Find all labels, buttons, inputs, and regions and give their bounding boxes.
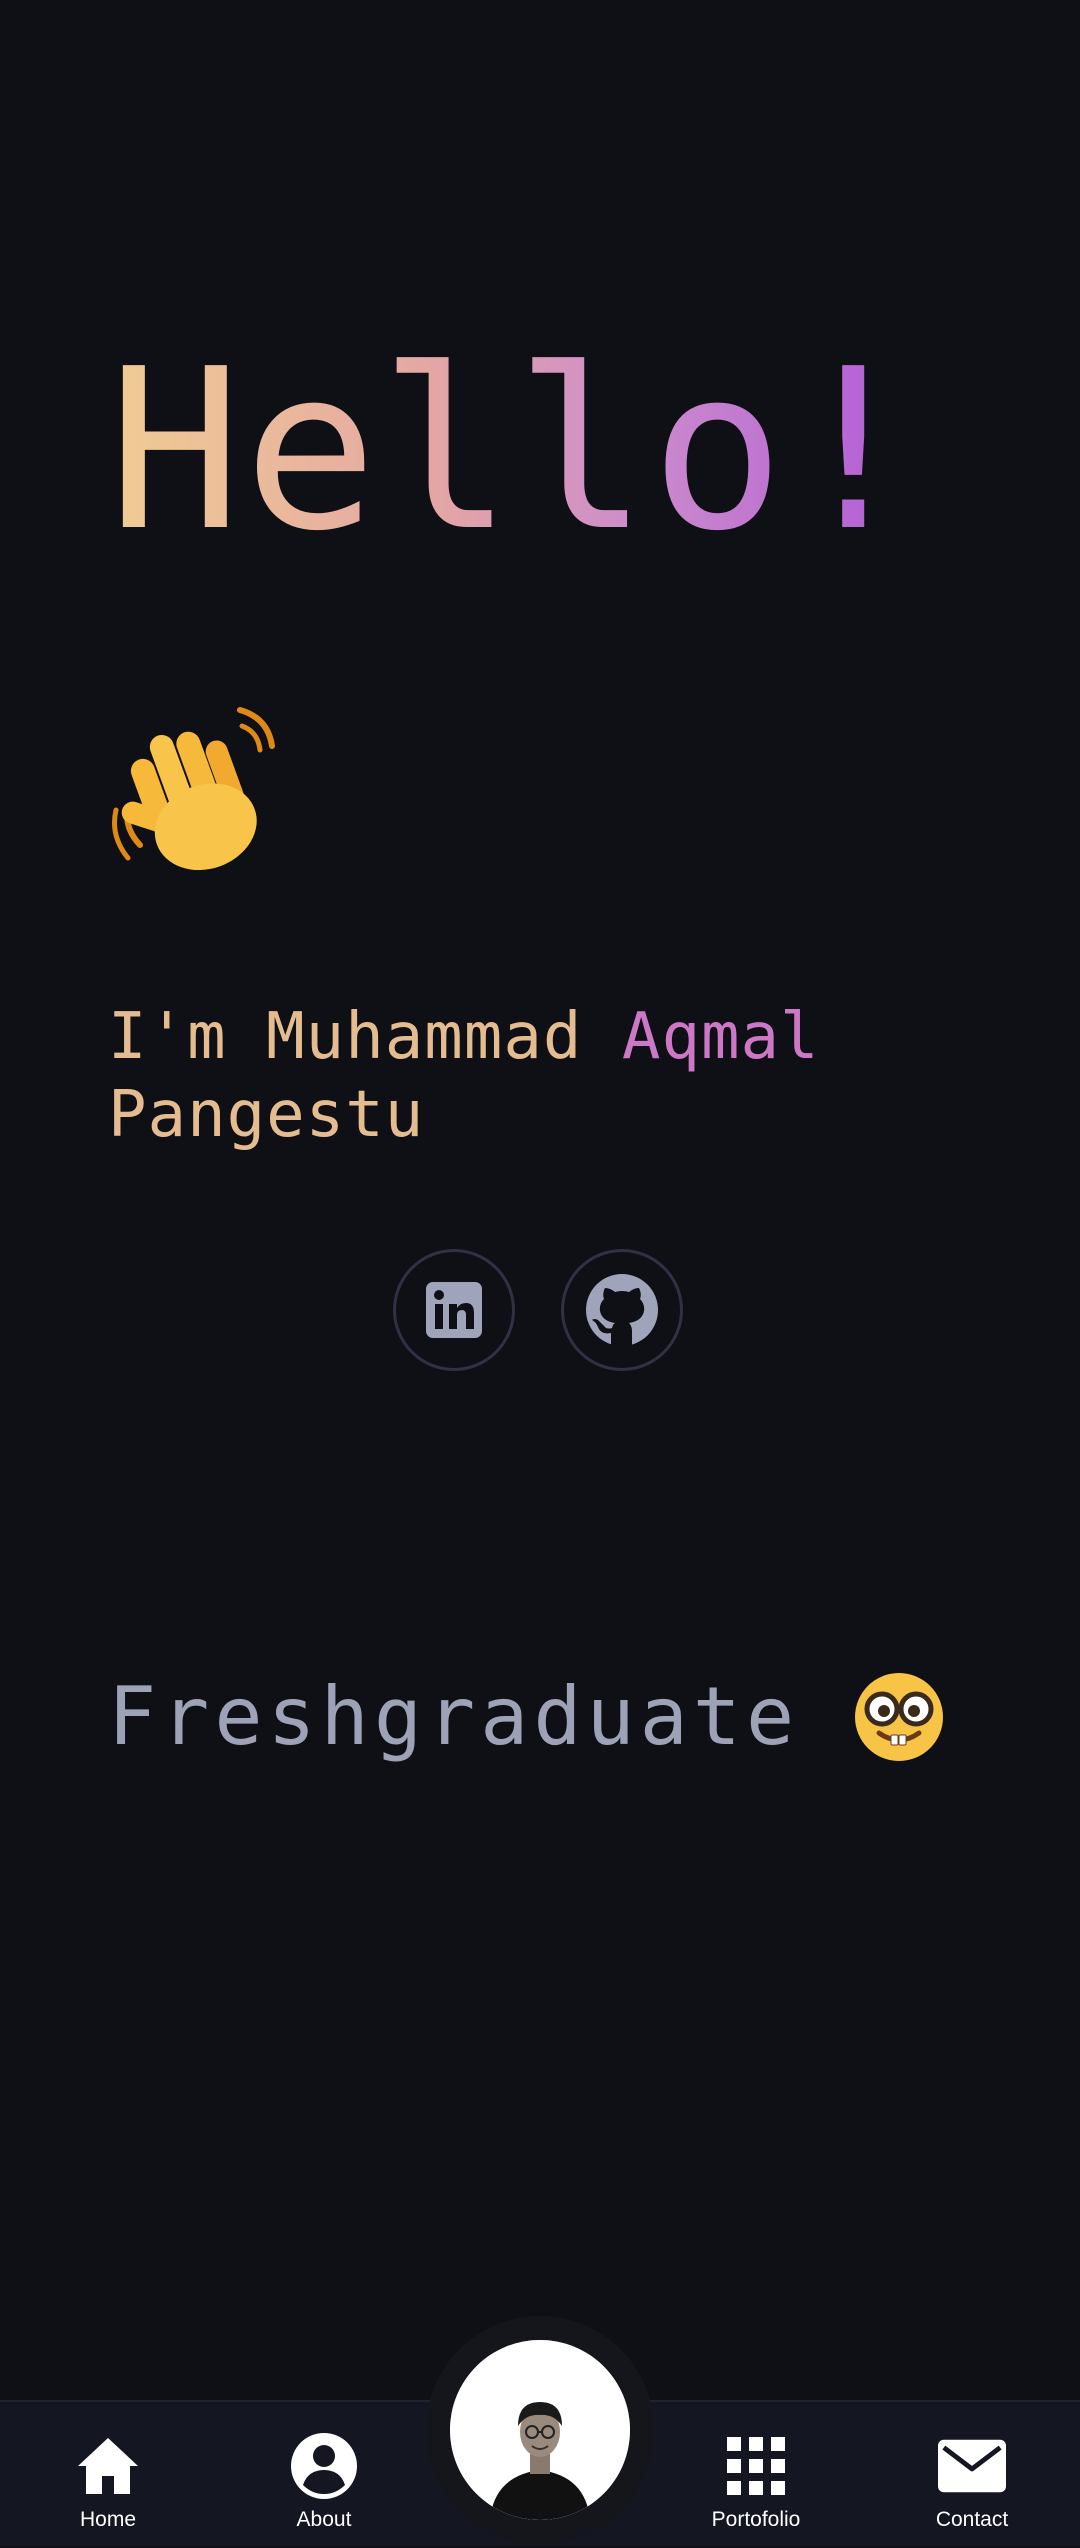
home-icon <box>74 2432 142 2500</box>
intro-text: I'm Muhammad Aqmal Pangestu <box>108 998 820 1154</box>
nav-label-portfolio: Portofolio <box>711 2508 801 2531</box>
role-text: Freshgraduate <box>108 1670 800 1763</box>
nav-label-about: About <box>296 2508 352 2531</box>
intro-name-prefix: I'm Muhammad <box>108 1000 622 1074</box>
linkedin-icon <box>426 1282 482 1338</box>
grid-icon <box>722 2432 790 2500</box>
hero-section: Hello! I'm Muhammad Aqmal Pangestu Fresh… <box>0 0 1080 2400</box>
nav-item-home[interactable]: Home <box>0 2402 216 2548</box>
user-circle-icon <box>290 2432 358 2500</box>
github-icon <box>586 1274 658 1347</box>
nav-label-contact: Contact <box>935 2508 1009 2531</box>
github-button[interactable] <box>561 1249 683 1371</box>
profile-photo <box>450 2340 630 2520</box>
profile-avatar-button[interactable] <box>426 2316 654 2544</box>
greeting-heading: Hello! <box>108 322 922 580</box>
intro-name-last: Pangestu <box>108 1078 425 1152</box>
nav-item-about[interactable]: About <box>216 2402 432 2548</box>
waving-hand-icon <box>112 707 275 871</box>
nerd-face-emoji-icon <box>855 1672 944 1761</box>
linkedin-button[interactable] <box>393 1249 515 1371</box>
mail-icon <box>938 2432 1006 2500</box>
social-links <box>393 1249 683 1371</box>
nav-item-contact[interactable]: Contact <box>864 2402 1080 2548</box>
nav-item-portfolio[interactable]: Portofolio <box>648 2402 864 2548</box>
role-line: Freshgraduate <box>108 1670 945 1763</box>
avatar <box>450 2340 630 2520</box>
nav-label-home: Home <box>79 2508 137 2531</box>
intro-name-highlight: Aqmal <box>621 1000 820 1074</box>
